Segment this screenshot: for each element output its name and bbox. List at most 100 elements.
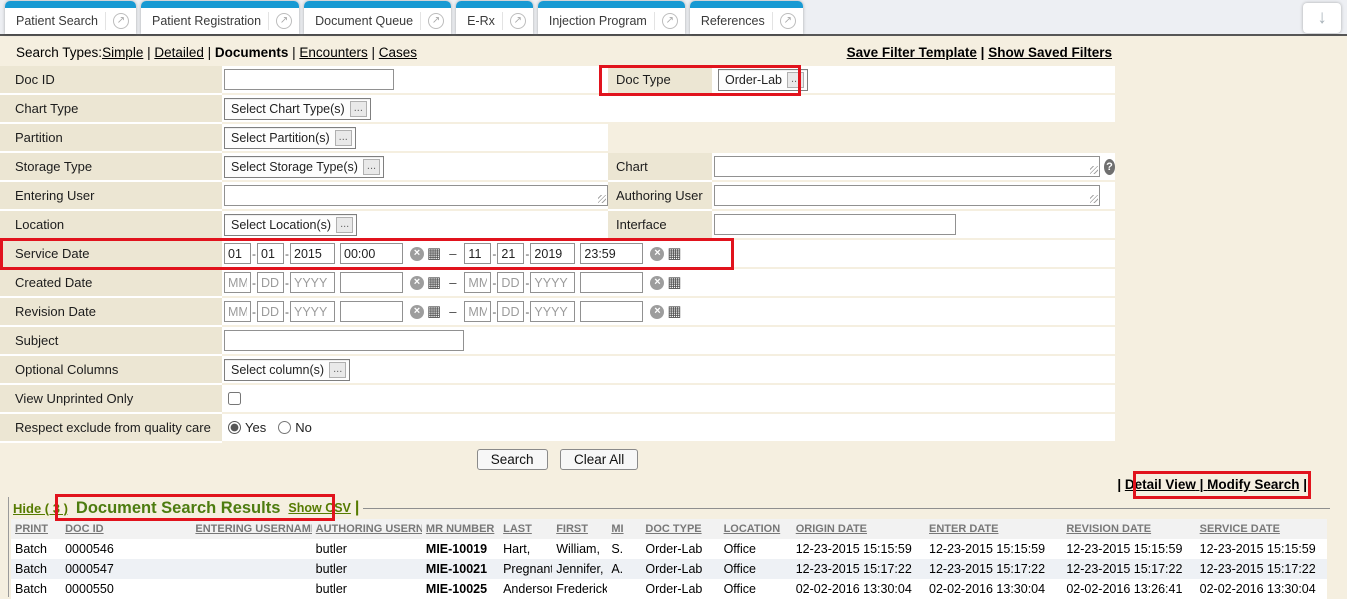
service-to-day-input[interactable] [497,243,524,264]
column-header-service-date[interactable]: SERVICE DATE [1196,519,1327,539]
search-button[interactable]: Search [477,449,548,470]
entering-user-input[interactable] [224,185,608,206]
subject-input[interactable] [224,330,464,351]
hide-results-link[interactable]: Hide ( 3 ) [13,501,68,516]
location-label: Location [0,211,222,240]
calendar-icon[interactable]: ▦ [427,247,441,261]
tab-injection-program[interactable]: Injection Program↗ [538,1,685,34]
service-from-year-input[interactable] [290,243,335,264]
view-unprinted-checkbox[interactable] [228,392,241,405]
chart-input[interactable] [714,156,1100,177]
column-header-origin-date[interactable]: ORIGIN DATE [792,519,925,539]
created-to-month-input[interactable] [464,272,491,293]
tab-references[interactable]: References↗ [690,1,803,34]
created-to-day-input[interactable] [497,272,524,293]
clear-date-icon[interactable]: × [650,247,664,261]
popup-icon[interactable]: ↗ [113,13,129,29]
clear-date-icon[interactable]: × [410,247,424,261]
created-from-month-input[interactable] [224,272,251,293]
clear-date-icon[interactable]: × [650,276,664,290]
service-from-month-input[interactable] [224,243,251,264]
show-saved-filters-link[interactable]: Show Saved Filters [988,45,1112,60]
service-from-time-input[interactable] [340,243,403,264]
created-from-time-input[interactable] [340,272,403,293]
tab-e-rx[interactable]: E-Rx↗ [456,1,533,34]
storage-type-select-button[interactable]: Select Storage Type(s)... [224,156,384,178]
search-type-encounters[interactable]: Encounters [299,45,367,60]
column-header-entering-username[interactable]: ENTERING USERNAME [191,519,311,539]
revision-to-month-input[interactable] [464,301,491,322]
column-header-last[interactable]: LAST [499,519,552,539]
popup-icon[interactable]: ↗ [276,13,292,29]
table-cell[interactable]: 0000546 [61,539,191,559]
column-header-doc-type[interactable]: DOC TYPE [641,519,719,539]
table-cell: MIE-10021 [422,559,499,579]
download-button[interactable]: ↓ [1303,3,1341,33]
table-cell[interactable]: Batch [11,579,61,599]
popup-icon[interactable]: ↗ [662,13,678,29]
popup-icon[interactable]: ↗ [780,13,796,29]
detail-view-link[interactable]: Detail View [1125,477,1207,492]
revision-from-year-input[interactable] [290,301,335,322]
column-header-mi[interactable]: MI [607,519,641,539]
calendar-icon[interactable]: ▦ [427,276,441,290]
location-select-button[interactable]: Select Location(s)... [224,214,357,236]
column-header-print[interactable]: PRINT [11,519,61,539]
save-filter-template-link[interactable]: Save Filter Template [847,45,977,60]
service-to-month-input[interactable] [464,243,491,264]
created-from-day-input[interactable] [257,272,284,293]
calendar-icon[interactable]: ▦ [667,276,681,290]
column-header-authoring-username[interactable]: AUTHORING USERNAME [312,519,422,539]
table-cell[interactable]: 0000550 [61,579,191,599]
revision-to-day-input[interactable] [497,301,524,322]
revision-from-month-input[interactable] [224,301,251,322]
created-from-year-input[interactable] [290,272,335,293]
popup-icon[interactable]: ↗ [428,13,444,29]
table-cell[interactable]: Batch [11,559,61,579]
partition-select-button[interactable]: Select Partition(s)... [224,127,356,149]
chart-type-select-button[interactable]: Select Chart Type(s)... [224,98,371,120]
clear-date-icon[interactable]: × [410,305,424,319]
created-to-year-input[interactable] [530,272,575,293]
revision-from-time-input[interactable] [340,301,403,322]
service-to-time-input[interactable] [580,243,643,264]
search-type-detailed[interactable]: Detailed [154,45,204,60]
column-header-doc-id[interactable]: DOC ID [61,519,191,539]
search-type-cases[interactable]: Cases [379,45,417,60]
popup-icon[interactable]: ↗ [510,13,526,29]
authoring-user-input[interactable] [714,185,1100,206]
column-header-enter-date[interactable]: ENTER DATE [925,519,1062,539]
tab-patient-search[interactable]: Patient Search↗ [5,1,136,34]
quality-yes-radio[interactable] [228,421,241,434]
table-cell[interactable]: 0000547 [61,559,191,579]
search-type-documents[interactable]: Documents [215,45,289,60]
tab-patient-registration[interactable]: Patient Registration↗ [141,1,299,34]
show-csv-link[interactable]: Show CSV [288,501,351,515]
service-to-year-input[interactable] [530,243,575,264]
column-header-revision-date[interactable]: REVISION DATE [1062,519,1195,539]
quality-no-radio[interactable] [278,421,291,434]
calendar-icon[interactable]: ▦ [667,305,681,319]
clear-date-icon[interactable]: × [410,276,424,290]
tab-document-queue[interactable]: Document Queue↗ [304,1,451,34]
revision-to-time-input[interactable] [580,301,643,322]
revision-to-year-input[interactable] [530,301,575,322]
column-header-location[interactable]: LOCATION [720,519,792,539]
doc-id-input[interactable] [224,69,394,90]
created-to-time-input[interactable] [580,272,643,293]
search-type-simple[interactable]: Simple [102,45,143,60]
doc-type-select-button[interactable]: Order-Lab... [718,69,808,91]
table-cell[interactable]: Batch [11,539,61,559]
calendar-icon[interactable]: ▦ [667,247,681,261]
column-header-mr-number[interactable]: MR NUMBER [422,519,499,539]
clear-date-icon[interactable]: × [650,305,664,319]
optional-columns-select-button[interactable]: Select column(s)... [224,359,350,381]
interface-input[interactable] [714,214,956,235]
service-from-day-input[interactable] [257,243,284,264]
revision-from-day-input[interactable] [257,301,284,322]
calendar-icon[interactable]: ▦ [427,305,441,319]
column-header-first[interactable]: FIRST [552,519,607,539]
modify-search-link[interactable]: Modify Search [1207,477,1299,492]
help-icon[interactable]: ? [1104,159,1115,175]
clear-all-button[interactable]: Clear All [560,449,638,470]
